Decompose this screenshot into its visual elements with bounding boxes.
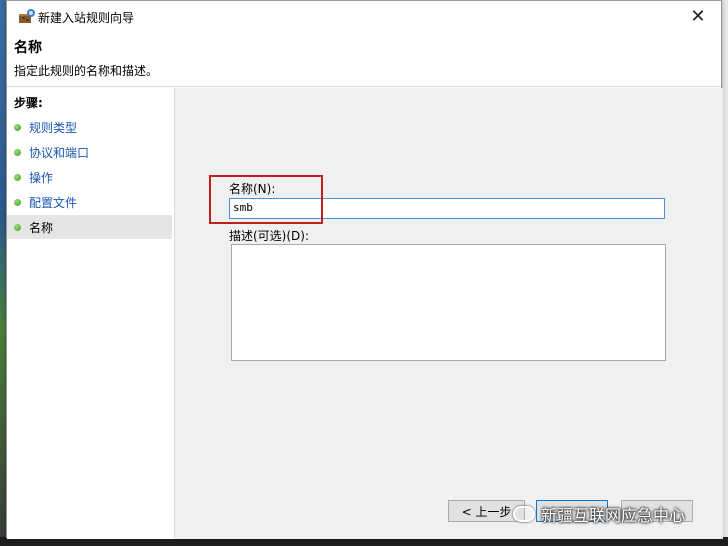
- step-label: 规则类型: [29, 120, 78, 135]
- page-header: 名称 指定此规则的名称和描述。: [7, 31, 721, 87]
- name-label: 名称(N):: [229, 182, 276, 196]
- page-description: 指定此规则的名称和描述。: [14, 64, 159, 78]
- name-input[interactable]: smb: [229, 198, 665, 219]
- step-protocol-ports[interactable]: 协议和端口: [7, 140, 172, 164]
- step-name[interactable]: 名称: [7, 215, 172, 239]
- step-status-dot-icon: [14, 123, 21, 131]
- step-label: 配置文件: [29, 195, 78, 210]
- description-label: 描述(可选)(D):: [229, 229, 310, 243]
- firewall-icon: [18, 8, 36, 24]
- step-action[interactable]: 操作: [7, 165, 172, 189]
- close-icon: ✕: [690, 5, 706, 27]
- step-status-dot-icon: [14, 223, 21, 231]
- description-textarea[interactable]: [231, 244, 666, 361]
- steps-panel: 步骤: 规则类型 协议和端口 操作 配置文件 名称: [7, 88, 175, 539]
- step-label: 协议和端口: [29, 145, 90, 160]
- watermark-text: 新疆互联网应急中心: [541, 506, 686, 525]
- step-status-dot-icon: [14, 173, 21, 181]
- steps-title: 步骤:: [14, 96, 43, 110]
- wizard-body: 步骤: 规则类型 协议和端口 操作 配置文件 名称 名称(N): smb 描述(…: [7, 88, 723, 539]
- previous-button-label: < 上一步: [461, 504, 512, 519]
- window-title: 新建入站规则向导: [38, 11, 135, 25]
- wizard-window: 新建入站规则向导 ✕ 名称 指定此规则的名称和描述。 步骤: 规则类型 协议和端…: [6, 0, 723, 539]
- watermark: 新疆互联网应急中心: [513, 502, 685, 526]
- close-button[interactable]: ✕: [675, 1, 721, 31]
- title-bar: 新建入站规则向导 ✕: [7, 1, 721, 31]
- step-label: 名称: [29, 220, 54, 235]
- step-status-dot-icon: [14, 198, 21, 206]
- page-title: 名称: [14, 40, 42, 56]
- wechat-icon: [513, 506, 535, 522]
- content-panel: 名称(N): smb 描述(可选)(D): < 上一步: [176, 88, 723, 539]
- step-rule-type[interactable]: 规则类型: [7, 115, 172, 139]
- step-profile[interactable]: 配置文件: [7, 190, 172, 214]
- step-status-dot-icon: [14, 148, 21, 156]
- step-label: 操作: [29, 170, 54, 185]
